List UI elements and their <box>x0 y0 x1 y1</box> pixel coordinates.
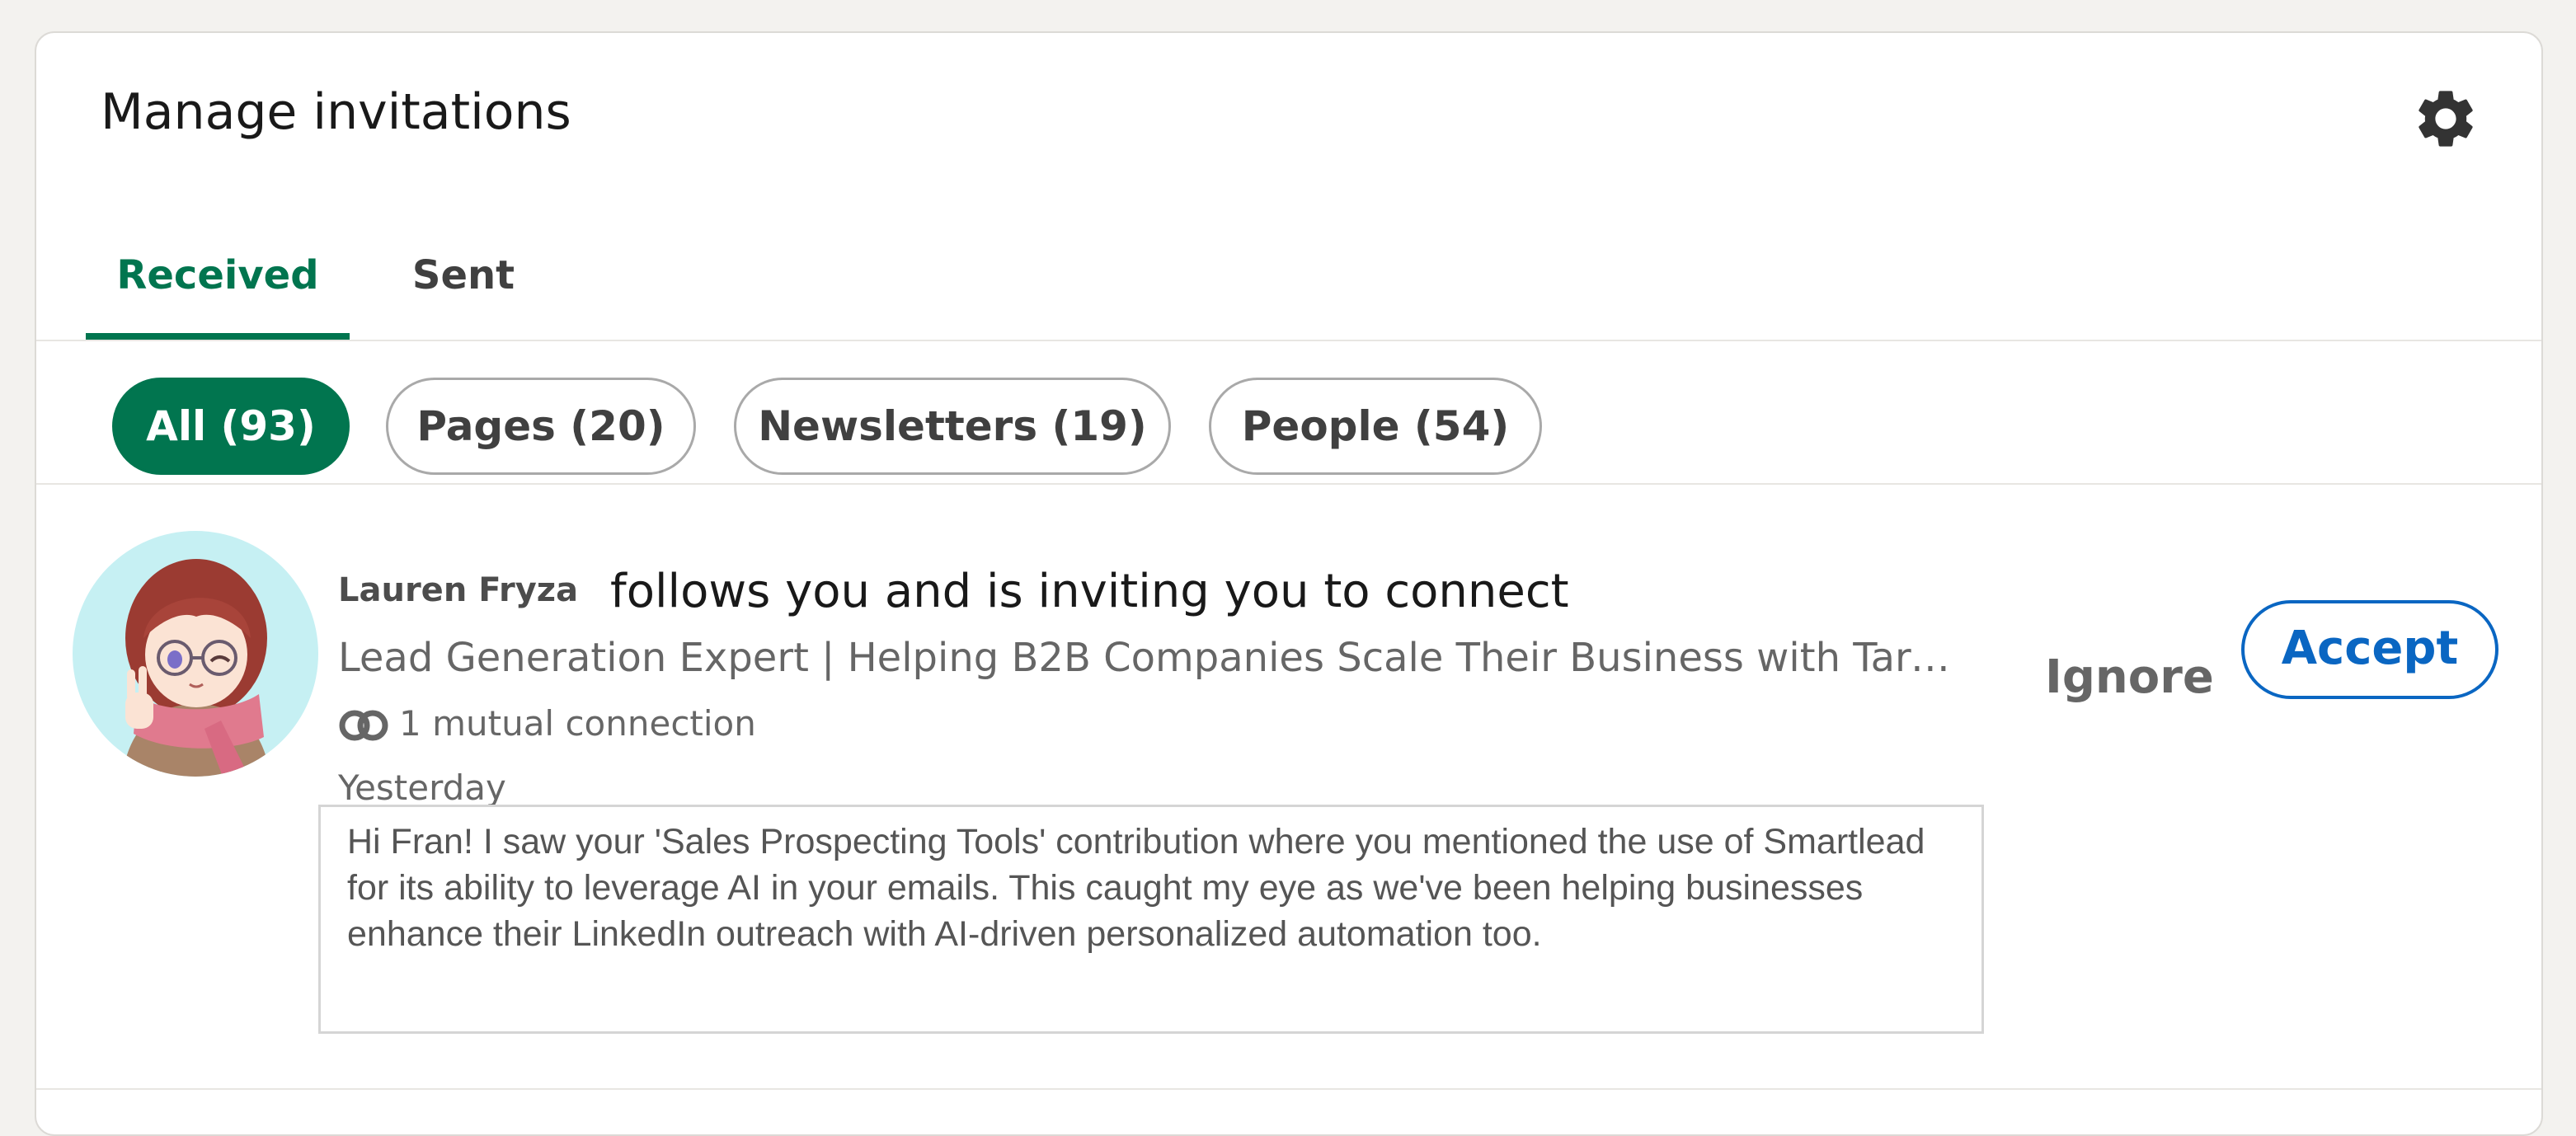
page-title: Manage invitations <box>101 83 571 141</box>
filter-all[interactable]: All (93) <box>112 378 350 475</box>
manage-invitations-card: Manage invitations Received Sent All (93… <box>35 31 2543 1136</box>
ignore-button[interactable]: Ignore <box>2045 646 2214 709</box>
filter-newsletters[interactable]: Newsletters (19) <box>734 378 1171 475</box>
accept-button[interactable]: Accept <box>2241 600 2498 699</box>
filters-divider <box>36 483 2541 485</box>
mutual-connections-count[interactable]: 1 mutual connection <box>399 699 756 749</box>
tab-sent-label: Sent <box>411 252 515 298</box>
filter-people[interactable]: People (54) <box>1209 378 1542 475</box>
sender-headline: Lead Generation Expert | Helping B2B Com… <box>338 635 1971 681</box>
avatar[interactable] <box>73 531 318 777</box>
invitation-divider <box>36 1088 2541 1090</box>
tab-received-label: Received <box>116 252 319 298</box>
mutual-connections-icon <box>339 710 388 741</box>
tab-sent[interactable]: Sent <box>389 223 538 340</box>
tab-received[interactable]: Received <box>86 223 350 340</box>
tabs-divider <box>36 340 2541 341</box>
gear-icon[interactable] <box>2411 84 2480 153</box>
invitation-action-text: follows you and is inviting you to conne… <box>610 565 1569 618</box>
filter-pages[interactable]: Pages (20) <box>386 378 696 475</box>
sender-name[interactable]: Lauren Fryza <box>338 567 578 613</box>
invitation-message: Hi Fran! I saw your 'Sales Prospecting T… <box>318 805 1984 1034</box>
active-tab-underline <box>86 333 350 340</box>
